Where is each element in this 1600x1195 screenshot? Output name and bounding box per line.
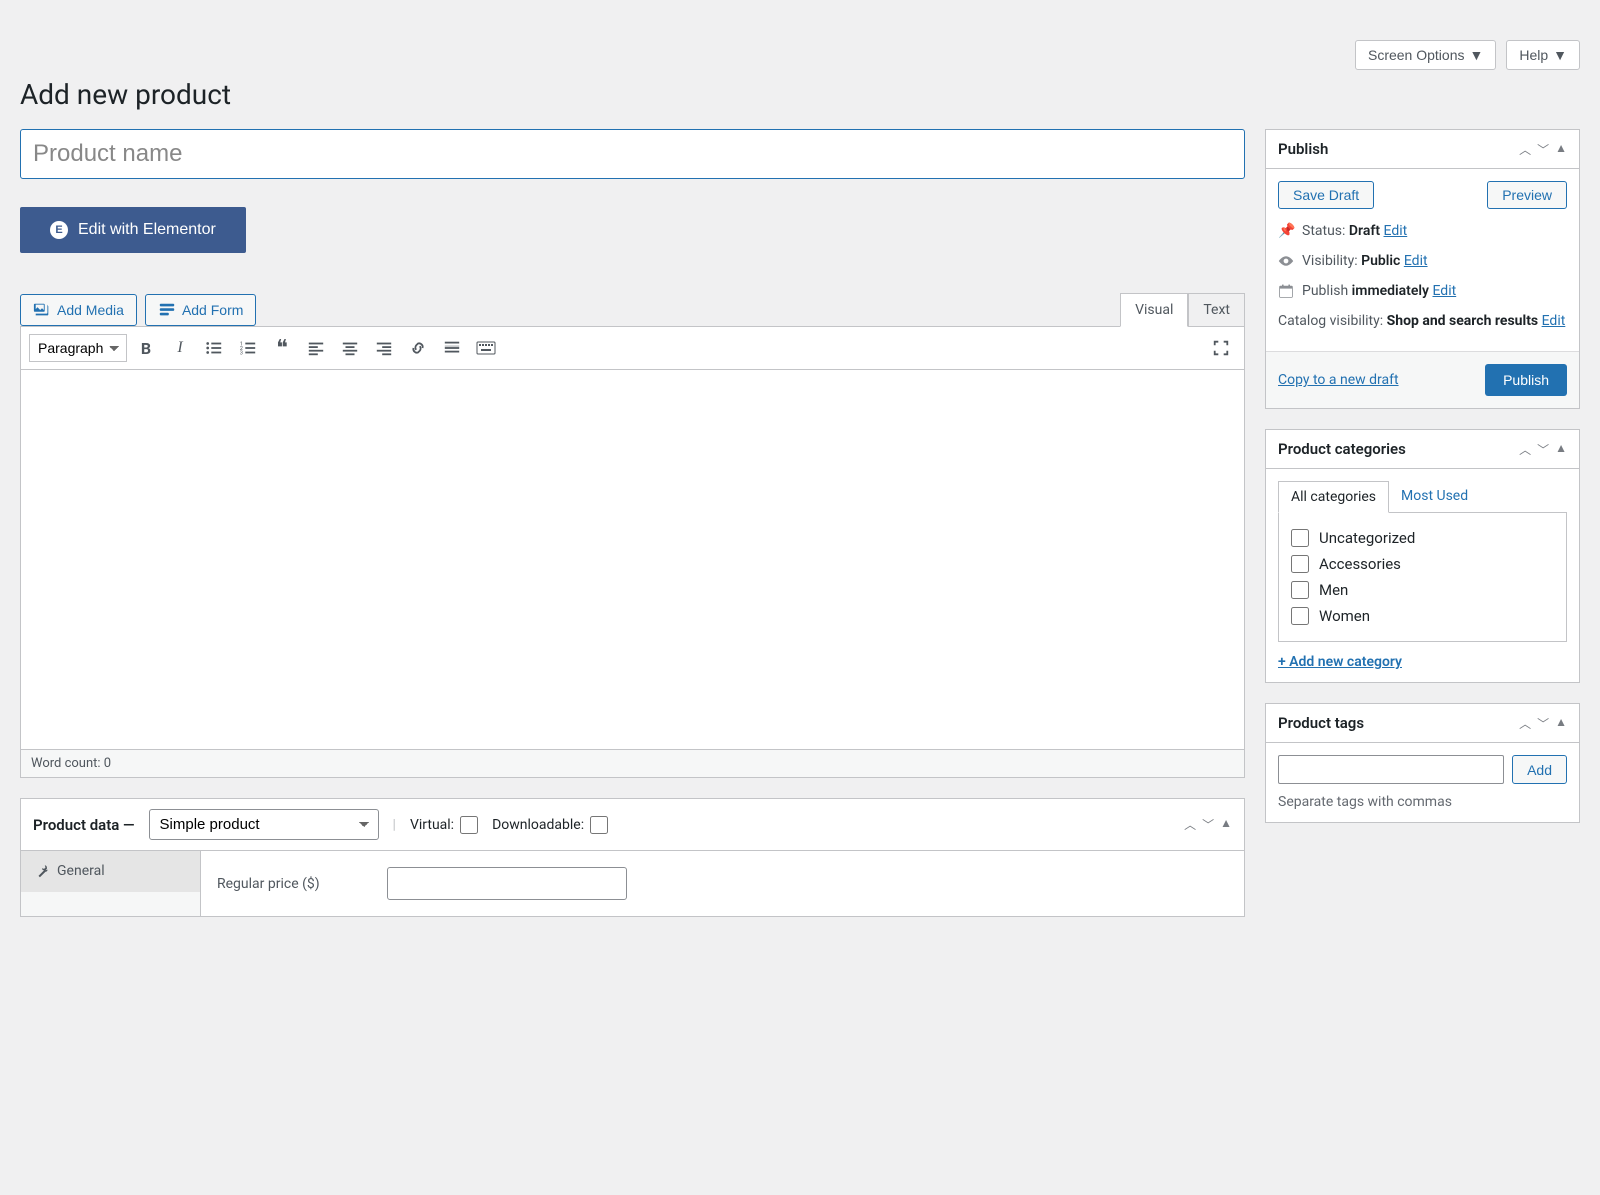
read-more-button[interactable]	[437, 333, 467, 363]
numbered-list-button[interactable]: 123	[233, 333, 263, 363]
category-label: Accessories	[1319, 555, 1401, 573]
chevron-down-icon[interactable]: ﹀	[1537, 141, 1549, 158]
chevron-down-icon[interactable]: ﹀	[1537, 715, 1549, 732]
product-type-select[interactable]: Simple product	[149, 809, 379, 840]
add-new-category-link[interactable]: + Add new category	[1278, 654, 1567, 670]
blockquote-button[interactable]: ❝	[267, 333, 297, 363]
category-label: Men	[1319, 581, 1348, 599]
eye-icon	[1278, 253, 1294, 269]
category-item[interactable]: Men	[1291, 577, 1554, 603]
add-media-label: Add Media	[57, 302, 124, 318]
regular-price-label: Regular price ($)	[217, 876, 367, 892]
chevron-up-icon[interactable]: ︿	[1519, 715, 1531, 732]
collapse-icon[interactable]: ▲	[1555, 441, 1567, 458]
category-checkbox[interactable]	[1291, 607, 1309, 625]
caret-down-icon: ▼	[1469, 47, 1483, 63]
edit-catalog-link[interactable]: Edit	[1542, 313, 1566, 329]
chevron-up-icon[interactable]: ︿	[1184, 816, 1196, 833]
svg-text:3: 3	[240, 350, 243, 356]
align-center-icon	[341, 339, 359, 357]
tab-visual[interactable]: Visual	[1120, 293, 1188, 327]
product-data-tab-general[interactable]: General	[21, 851, 200, 892]
keyboard-icon	[476, 339, 496, 357]
chevron-down-icon[interactable]: ﹀	[1202, 816, 1214, 833]
pin-icon: 📌	[1278, 223, 1294, 239]
collapse-icon[interactable]: ▲	[1555, 141, 1567, 158]
category-item[interactable]: Accessories	[1291, 551, 1554, 577]
edit-publish-date-link[interactable]: Edit	[1432, 283, 1456, 299]
tags-title: Product tags	[1278, 714, 1364, 732]
categories-title: Product categories	[1278, 440, 1406, 458]
toolbar-toggle-button[interactable]	[471, 333, 501, 363]
media-icon	[33, 301, 51, 319]
tab-most-used[interactable]: Most Used	[1389, 481, 1480, 512]
chevron-up-icon[interactable]: ︿	[1519, 141, 1531, 158]
copy-to-draft-link[interactable]: Copy to a new draft	[1278, 372, 1399, 388]
numbered-list-icon: 123	[239, 339, 257, 357]
read-more-icon	[443, 339, 461, 357]
screen-options-button[interactable]: Screen Options ▼	[1355, 40, 1496, 70]
category-checkbox[interactable]	[1291, 555, 1309, 573]
add-form-button[interactable]: Add Form	[145, 294, 256, 326]
tag-help-text: Separate tags with commas	[1278, 794, 1567, 810]
wrench-icon	[35, 864, 49, 878]
elementor-icon: E	[50, 221, 68, 239]
preview-button[interactable]: Preview	[1487, 181, 1567, 209]
fullscreen-icon	[1212, 339, 1230, 357]
link-icon	[409, 339, 427, 357]
collapse-icon[interactable]: ▲	[1220, 816, 1232, 833]
content-editor[interactable]	[20, 370, 1245, 750]
fullscreen-button[interactable]	[1206, 333, 1236, 363]
bold-button[interactable]: B	[131, 333, 161, 363]
product-data-title: Product data —	[33, 816, 135, 834]
downloadable-checkbox[interactable]: Downloadable:	[492, 816, 608, 834]
help-button[interactable]: Help ▼	[1506, 40, 1580, 70]
link-button[interactable]	[403, 333, 433, 363]
add-media-button[interactable]: Add Media	[20, 294, 137, 326]
category-item[interactable]: Uncategorized	[1291, 525, 1554, 551]
page-title: Add new product	[20, 78, 1580, 111]
edit-with-elementor-button[interactable]: E Edit with Elementor	[20, 207, 246, 253]
product-name-input[interactable]	[20, 129, 1245, 179]
word-count: Word count: 0	[20, 750, 1245, 778]
tab-all-categories[interactable]: All categories	[1278, 481, 1389, 513]
edit-visibility-link[interactable]: Edit	[1404, 253, 1428, 269]
elementor-label: Edit with Elementor	[78, 221, 216, 239]
align-left-icon	[307, 339, 325, 357]
publish-title: Publish	[1278, 140, 1328, 158]
regular-price-input[interactable]	[387, 867, 627, 900]
collapse-icon[interactable]: ▲	[1555, 715, 1567, 732]
bullet-list-icon	[205, 339, 223, 357]
calendar-icon	[1278, 283, 1294, 299]
screen-options-label: Screen Options	[1368, 47, 1465, 63]
align-left-button[interactable]	[301, 333, 331, 363]
category-item[interactable]: Women	[1291, 603, 1554, 629]
add-tag-button[interactable]: Add	[1512, 755, 1567, 784]
italic-button[interactable]: I	[165, 333, 195, 363]
chevron-down-icon[interactable]: ﹀	[1537, 441, 1549, 458]
align-center-button[interactable]	[335, 333, 365, 363]
save-draft-button[interactable]: Save Draft	[1278, 181, 1374, 209]
align-right-button[interactable]	[369, 333, 399, 363]
align-right-icon	[375, 339, 393, 357]
caret-down-icon: ▼	[1553, 47, 1567, 63]
help-label: Help	[1519, 47, 1548, 63]
chevron-up-icon[interactable]: ︿	[1519, 441, 1531, 458]
bullet-list-button[interactable]	[199, 333, 229, 363]
format-select[interactable]: Paragraph	[29, 334, 127, 362]
publish-button[interactable]: Publish	[1485, 364, 1567, 396]
category-label: Uncategorized	[1319, 529, 1415, 547]
tab-text[interactable]: Text	[1188, 293, 1245, 327]
category-label: Women	[1319, 607, 1370, 625]
add-form-label: Add Form	[182, 302, 243, 318]
tag-input[interactable]	[1278, 755, 1504, 784]
category-checkbox[interactable]	[1291, 581, 1309, 599]
virtual-checkbox[interactable]: Virtual:	[410, 816, 478, 834]
edit-status-link[interactable]: Edit	[1384, 223, 1408, 239]
form-icon	[158, 301, 176, 319]
category-checkbox[interactable]	[1291, 529, 1309, 547]
